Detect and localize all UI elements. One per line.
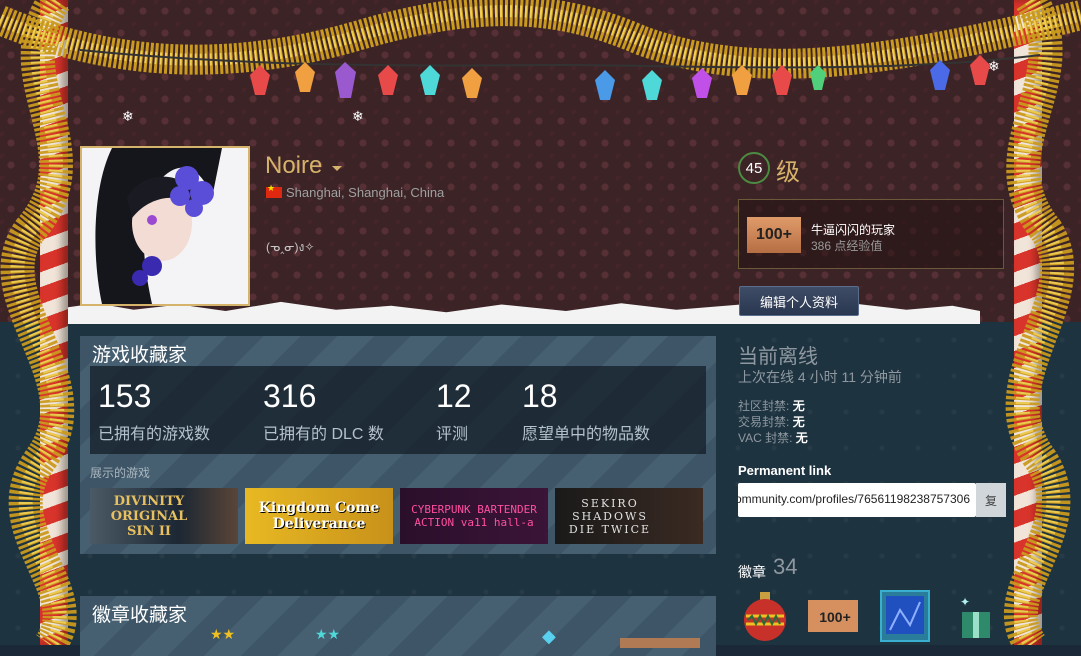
location-text: Shanghai, Shanghai, China bbox=[286, 185, 445, 200]
years-of-service-badge-icon[interactable]: 100+ bbox=[808, 590, 858, 642]
badge-collector-showcase: 徽章收藏家 ★★ ★★ ◆ bbox=[80, 596, 716, 656]
stat-wishlist[interactable]: 18 愿望单中的物品数 bbox=[522, 378, 650, 444]
profile-summary: (ᓀ‸ᓂ)ง✧ bbox=[266, 240, 315, 254]
community-ban-value: 无 bbox=[792, 399, 805, 413]
game-capsule-title: SEKIRO SHADOWS DIE TWICE bbox=[568, 496, 652, 536]
favorite-badge-name: 牛逼闪闪的玩家 bbox=[811, 223, 896, 237]
game-capsule-divinity[interactable]: DIVINITY ORIGINAL SIN II bbox=[90, 488, 238, 544]
showcase-title: 游戏收藏家 bbox=[92, 345, 188, 366]
china-flag-icon bbox=[266, 183, 282, 198]
favorite-badge-xp: 386 点经验值 bbox=[811, 239, 883, 253]
vac-ban-label: VAC 封禁: bbox=[738, 431, 793, 445]
favorite-badge[interactable]: 100+ 牛逼闪闪的玩家 386 点经验值 bbox=[738, 199, 1004, 269]
shown-games-label: 展示的游戏 bbox=[90, 466, 151, 480]
stat-value: 316 bbox=[263, 378, 317, 414]
stat-reviews[interactable]: 12 评测 bbox=[436, 378, 472, 444]
stat-label: 愿望单中的物品数 bbox=[522, 426, 651, 443]
trade-ban-value: 无 bbox=[792, 415, 805, 429]
game-capsule-title: DIVINITY ORIGINAL SIN II bbox=[110, 493, 188, 539]
game-capsule-kingdom-come[interactable]: Kingdom Come Deliverance bbox=[245, 488, 393, 544]
blueprint-badge-icon[interactable] bbox=[880, 590, 930, 642]
game-capsule-sekiro[interactable]: SEKIRO SHADOWS DIE TWICE bbox=[555, 488, 703, 544]
game-capsule-title: Kingdom Come Deliverance bbox=[258, 500, 380, 532]
community-ban-row: 社区封禁: 无 bbox=[738, 398, 808, 414]
snowflake-icon: ❄ bbox=[988, 58, 1000, 74]
chevron-down-icon[interactable] bbox=[332, 166, 342, 171]
snowflake-icon: ❄ bbox=[122, 108, 134, 124]
star-icon: ★★ bbox=[210, 626, 236, 642]
game-collector-showcase: 游戏收藏家 153 已拥有的游戏数 316 已拥有的 DLC 数 12 评测 1… bbox=[80, 336, 716, 554]
avatar-image bbox=[82, 148, 248, 304]
christmas-lights bbox=[80, 49, 1040, 100]
permanent-link-field[interactable]: steamcommunity.com/profiles/765611982387… bbox=[738, 483, 976, 517]
online-status: 当前离线 bbox=[738, 346, 818, 368]
badges-count[interactable]: 34 bbox=[773, 554, 797, 580]
snowflake-icon: ❄ bbox=[352, 108, 364, 124]
stat-value: 18 bbox=[522, 378, 558, 414]
avatar[interactable] bbox=[80, 146, 250, 306]
ban-status: 社区封禁: 无 交易封禁: 无 VAC 封禁: 无 bbox=[738, 398, 808, 446]
last-online: 上次在线 4 小时 11 分钟前 bbox=[738, 369, 902, 385]
ornament-badge-icon[interactable] bbox=[740, 590, 790, 642]
star-icon: ★★ bbox=[315, 626, 341, 642]
diamond-icon: ◆ bbox=[542, 626, 556, 646]
profile-location: Shanghai, Shanghai, China bbox=[266, 183, 445, 200]
badge-icon[interactable] bbox=[620, 638, 700, 648]
stat-label: 已拥有的游戏数 bbox=[98, 426, 211, 443]
stat-label: 评测 bbox=[436, 426, 469, 443]
persona-name[interactable]: Noire bbox=[265, 152, 322, 180]
tinsel-garland-left bbox=[0, 0, 77, 645]
showcase-title: 徽章收藏家 bbox=[92, 605, 188, 626]
permanent-link-text: steamcommunity.com/profiles/765611982387… bbox=[738, 492, 970, 506]
community-ban-label: 社区封禁: bbox=[738, 399, 790, 413]
game-capsule-va11-hall-a[interactable]: CYBERPUNK BARTENDER ACTION va11 hall-a bbox=[400, 488, 548, 544]
game-capsule-title: CYBERPUNK BARTENDER ACTION va11 hall-a bbox=[411, 503, 537, 529]
stat-value: 153 bbox=[98, 378, 152, 414]
level-label: 级 bbox=[776, 159, 800, 186]
years-of-service-badge-icon: 100+ bbox=[747, 217, 801, 253]
vac-ban-value: 无 bbox=[795, 431, 808, 445]
gift-badge-icon[interactable]: ✦ bbox=[952, 590, 1002, 642]
svg-text:100+: 100+ bbox=[819, 609, 851, 625]
stat-games-owned[interactable]: 153 已拥有的游戏数 bbox=[98, 378, 210, 444]
stat-dlc-owned[interactable]: 316 已拥有的 DLC 数 bbox=[263, 378, 384, 444]
trade-ban-row: 交易封禁: 无 bbox=[738, 414, 808, 430]
badges-label[interactable]: 徽章 bbox=[738, 562, 766, 582]
trade-ban-label: 交易封禁: bbox=[738, 415, 790, 429]
permanent-link-label: Permanent link bbox=[738, 463, 832, 478]
stat-value: 12 bbox=[436, 378, 472, 414]
copy-link-button[interactable]: 复 bbox=[976, 483, 1006, 517]
vac-ban-row: VAC 封禁: 无 bbox=[738, 430, 808, 446]
level-badge[interactable]: 45 bbox=[738, 152, 770, 184]
edit-profile-button[interactable]: 编辑个人资料 bbox=[739, 286, 859, 316]
svg-text:✦: ✦ bbox=[960, 595, 970, 609]
game-stats-panel: 153 已拥有的游戏数 316 已拥有的 DLC 数 12 评测 18 愿望单中… bbox=[90, 366, 706, 454]
stat-label: 已拥有的 DLC 数 bbox=[263, 426, 384, 443]
